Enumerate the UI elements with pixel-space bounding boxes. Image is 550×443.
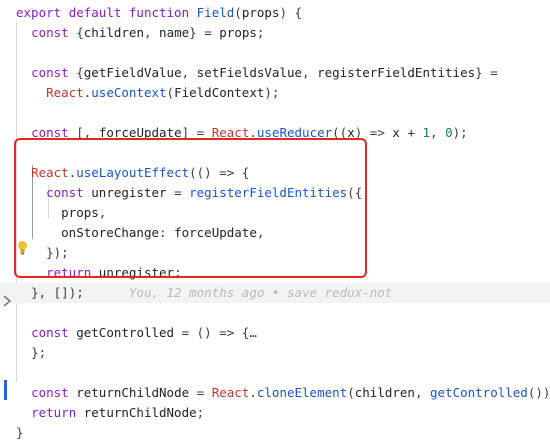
code-line[interactable]: }, []); You, 12 months ago • save redux-…: [0, 283, 550, 303]
code-token: } =: [189, 25, 220, 40]
code-line[interactable]: const getControlled = () => {…: [0, 323, 550, 343]
code-line[interactable]: [0, 43, 550, 63]
code-token: 1: [422, 125, 431, 140]
code-token: useContext: [91, 85, 167, 100]
code-token: = () => {: [174, 325, 250, 340]
code-line[interactable]: const {getFieldValue, setFieldsValue, re…: [0, 63, 550, 83]
code-token: getControlled: [430, 385, 528, 400]
code-line[interactable]: [0, 103, 550, 123]
code-token: ,: [302, 65, 318, 80]
code-token: );: [452, 125, 468, 140]
code-token: default: [68, 5, 122, 20]
code-token: ,: [181, 65, 197, 80]
code-token: Field: [196, 5, 235, 20]
code-token: } =: [475, 65, 498, 80]
code-line[interactable]: return returnChildNode;: [0, 403, 550, 423]
code-line[interactable]: [0, 303, 550, 323]
code-line[interactable]: React.useContext(FieldContext);: [0, 83, 550, 103]
code-token: function: [128, 5, 190, 20]
code-token: const: [31, 385, 69, 400]
code-token: return: [31, 405, 77, 420]
code-line[interactable]: const returnChildNode = React.cloneEleme…: [0, 383, 550, 403]
code-token: ) {: [279, 5, 303, 20]
code-line[interactable]: export default function Field(props) {: [0, 3, 550, 23]
code-token: props: [241, 5, 280, 20]
code-token: {: [68, 25, 84, 40]
code-token: .: [249, 385, 257, 400]
code-token: ,: [143, 25, 160, 40]
code-token: );: [264, 85, 280, 100]
annotation-highlight-box: [14, 138, 367, 278]
code-token: returnChildNode: [83, 405, 197, 420]
git-change-marker: [4, 380, 7, 400]
code-token: (: [166, 85, 175, 100]
code-token: React: [46, 85, 84, 100]
code-token: cloneElement: [256, 385, 348, 400]
git-blame-annotation: You, 12 months ago • save redux-not: [83, 285, 393, 300]
code-token: …: [249, 325, 257, 340]
code-token: returnChildNode: [76, 385, 190, 400]
code-token: };: [31, 345, 47, 360]
code-token: children: [83, 25, 144, 40]
code-line[interactable]: [0, 363, 550, 383]
code-token: React: [211, 385, 250, 400]
code-token: }: [16, 425, 24, 440]
code-token: ;: [196, 405, 205, 420]
code-token: ,: [430, 125, 446, 140]
code-token: const: [31, 65, 69, 80]
code-token: (: [234, 5, 242, 20]
code-token: registerFieldEntities: [317, 65, 476, 80]
code-token: ;: [256, 25, 265, 40]
code-token: props: [219, 25, 257, 40]
code-token: FieldContext: [174, 85, 265, 100]
code-token: name: [159, 25, 190, 40]
code-token: ());: [527, 385, 550, 400]
code-editor[interactable]: export default function Field(props) { c…: [0, 0, 550, 440]
code-token: {: [68, 65, 84, 80]
code-token: ,: [414, 385, 430, 400]
code-token: 0: [445, 125, 453, 140]
fold-chevron-icon[interactable]: [2, 294, 12, 308]
code-token: x: [392, 125, 400, 140]
code-token: }, []);: [31, 285, 84, 300]
code-token: +: [399, 125, 423, 140]
code-line[interactable]: const {children, name} = props;: [0, 23, 550, 43]
code-line[interactable]: };: [0, 343, 550, 363]
code-token: (: [347, 385, 355, 400]
code-token: const: [31, 25, 69, 40]
code-token: getControlled: [76, 325, 175, 340]
code-token: export: [16, 5, 62, 20]
code-token: setFieldsValue: [196, 65, 303, 80]
code-token: =: [189, 385, 212, 400]
code-line[interactable]: }: [0, 423, 550, 443]
code-token: const: [31, 325, 69, 340]
code-token: getFieldValue: [83, 65, 182, 80]
code-token: children: [354, 385, 415, 400]
